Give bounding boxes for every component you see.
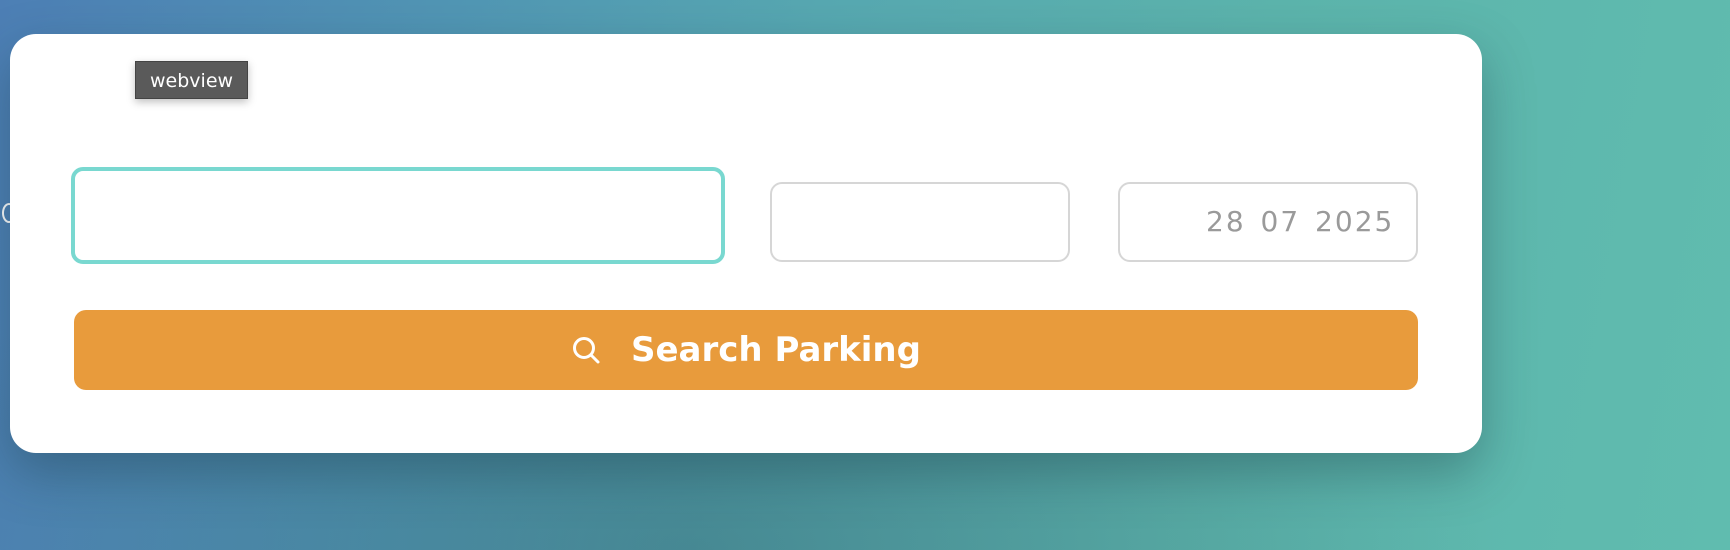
date-input[interactable]: 28 07 2025	[1118, 182, 1418, 262]
time-input[interactable]	[770, 182, 1070, 262]
location-input[interactable]	[71, 167, 725, 264]
webview-tooltip: webview	[135, 61, 249, 99]
search-button-label: Search Parking	[631, 330, 921, 370]
search-parking-button[interactable]: Search Parking	[74, 310, 1418, 390]
date-value: 28 07 2025	[1206, 205, 1395, 238]
search-icon	[571, 335, 601, 365]
